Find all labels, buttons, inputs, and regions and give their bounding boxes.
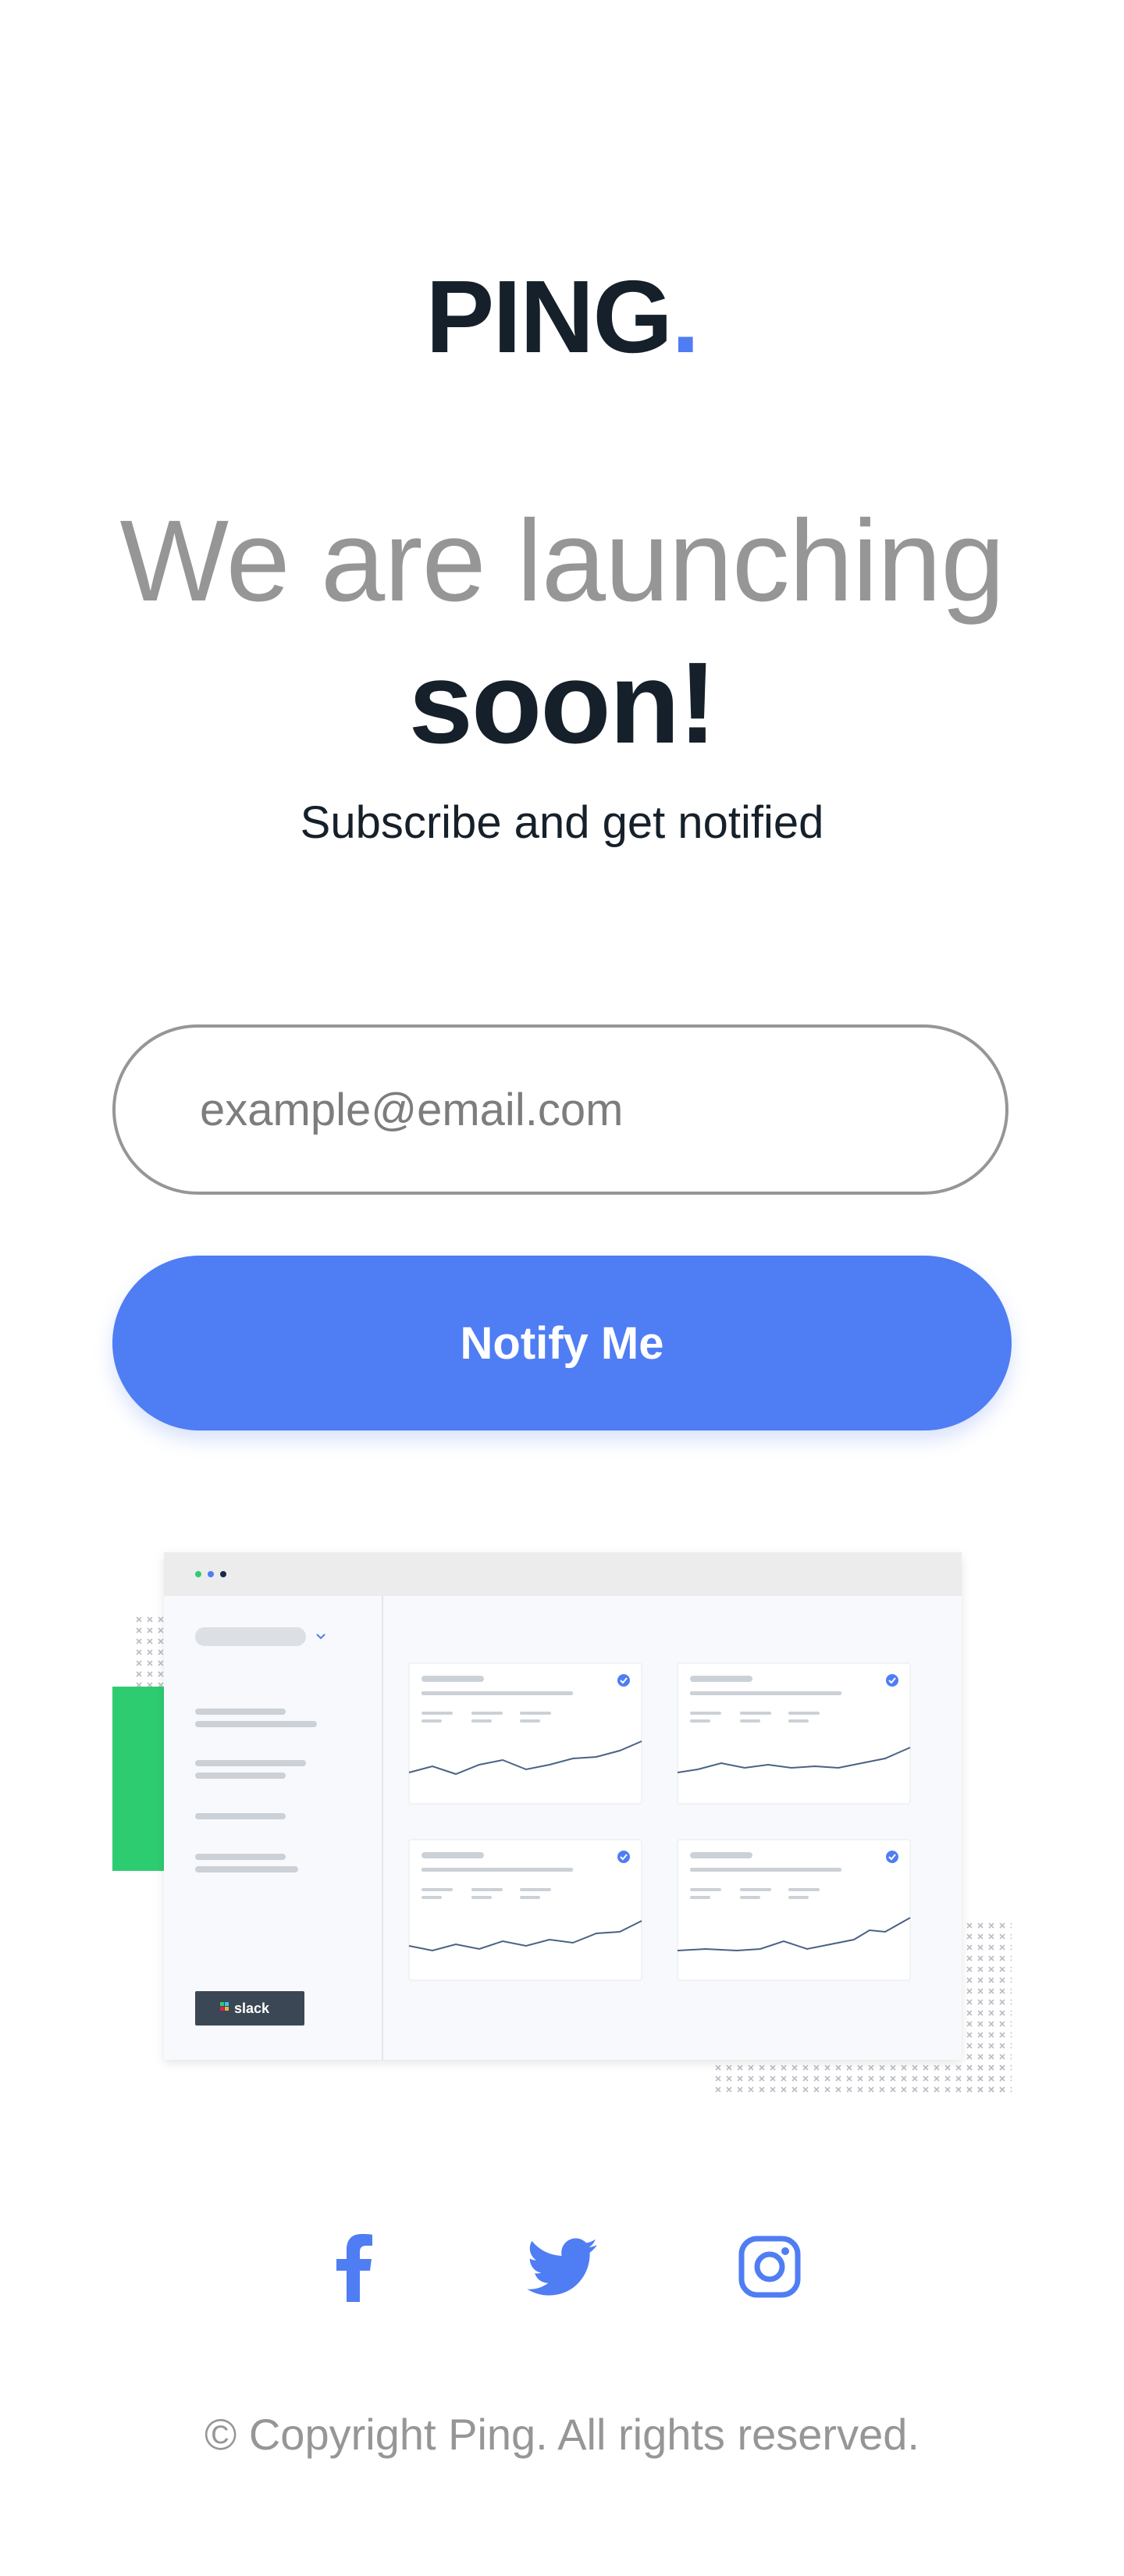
twitter-link[interactable] (523, 2229, 601, 2307)
instagram-link[interactable] (731, 2229, 809, 2307)
twitter-icon (527, 2237, 597, 2300)
page: PING. We are launching soon! Subscribe a… (0, 0, 1124, 2576)
subtitle: Subscribe and get notified (300, 797, 824, 848)
social-links (0, 2229, 1124, 2307)
headline-bold: soon! (408, 639, 717, 768)
headline: We are launching soon! (0, 490, 1124, 775)
facebook-icon (335, 2232, 374, 2306)
facebook-link[interactable] (315, 2229, 393, 2307)
logo: PING. (0, 265, 1124, 369)
slack-label: slack (234, 2001, 270, 2016)
logo-text: PING (425, 259, 673, 374)
headline-light: We are launching (119, 497, 1005, 625)
dashboard-illustration: slack (112, 1538, 1012, 2100)
email-field[interactable] (112, 1024, 1008, 1195)
notify-me-button[interactable]: Notify Me (112, 1256, 1012, 1431)
copyright-footer: © Copyright Ping. All rights reserved. (205, 2410, 919, 2459)
logo-accent-dot: . (671, 259, 700, 374)
instagram-icon (738, 2236, 801, 2302)
